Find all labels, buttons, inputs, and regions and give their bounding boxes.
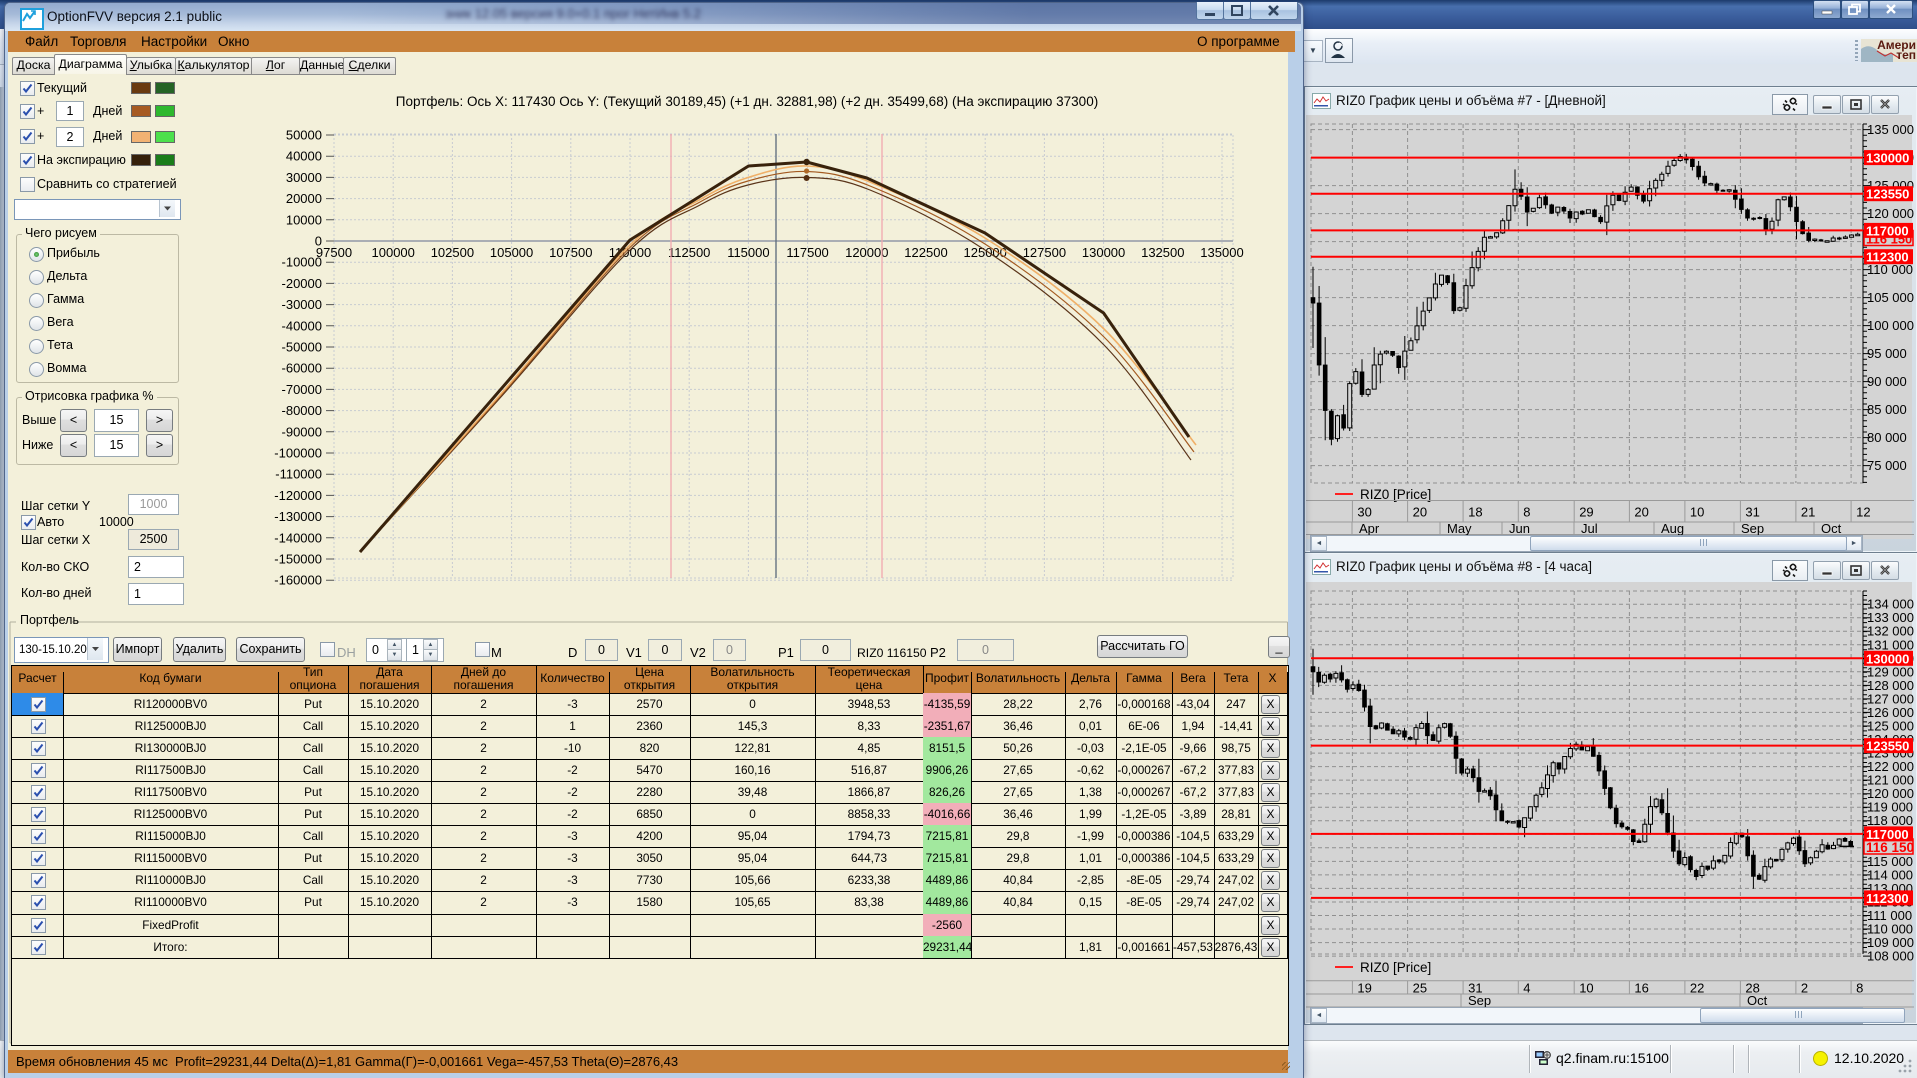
svg-text:22: 22 [1690,980,1704,995]
svg-text:112300: 112300 [1866,891,1909,906]
svg-text:116 150: 116 150 [1866,840,1914,855]
svg-text:8: 8 [1856,980,1863,995]
svg-text:Sep: Sep [1468,993,1491,1008]
svg-text:130000: 130000 [1866,651,1909,666]
svg-text:4: 4 [1523,980,1530,995]
svg-text:RIZ0 [Price]: RIZ0 [Price] [1360,960,1431,975]
svg-text:108 000: 108 000 [1867,949,1914,964]
svg-text:10: 10 [1579,980,1593,995]
svg-text:117000: 117000 [1866,827,1909,842]
svg-text:25: 25 [1413,980,1427,995]
svg-text:19: 19 [1357,980,1371,995]
svg-text:2: 2 [1801,980,1808,995]
svg-text:16: 16 [1634,980,1648,995]
svg-text:123550: 123550 [1866,739,1909,754]
svg-text:Oct: Oct [1747,993,1768,1008]
